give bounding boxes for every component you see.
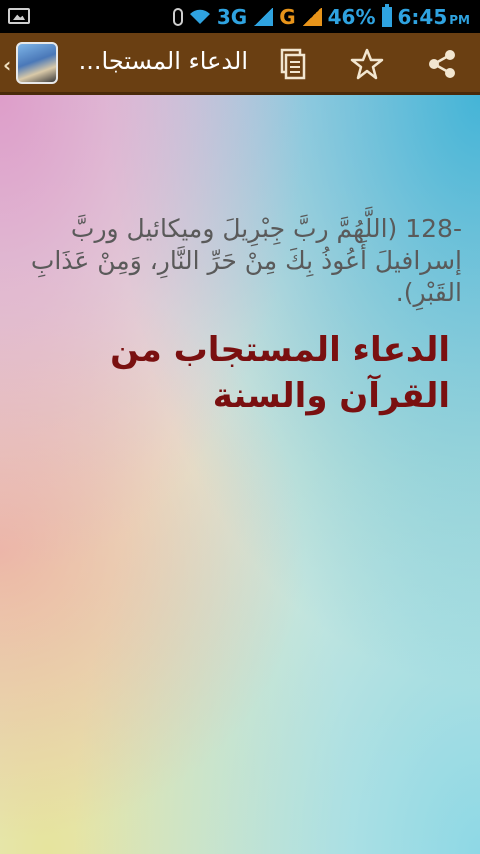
wifi-icon: [189, 9, 210, 24]
content-area: 128- (اللَّهُمَّ ربَّ جِبْرِيلَ وميكائيل…: [0, 95, 480, 854]
up-chevron-icon[interactable]: ‹: [3, 53, 11, 77]
status-bar: 3G G 46% 6:45 PM: [0, 0, 480, 33]
favorite-button[interactable]: [350, 47, 384, 81]
battery-icon: [381, 3, 392, 27]
network-g-label: G: [279, 4, 296, 29]
signal-g-icon: [301, 7, 322, 26]
section-heading: الدعاء المستجاب من القرآن والسنة: [110, 330, 450, 416]
bluetooth-icon: [172, 7, 183, 26]
dua-text: 128- (اللَّهُمَّ ربَّ جِبْرِيلَ وميكائيل…: [18, 213, 462, 309]
star-icon: [350, 48, 384, 80]
copy-icon: [280, 48, 306, 80]
share-icon: [429, 50, 455, 78]
app-icon[interactable]: [16, 42, 58, 84]
status-indicators: 3G G 46% 6:45 PM: [172, 3, 471, 29]
dua-number: 128-: [405, 214, 462, 243]
action-bar: ‹ الدعاء المستجا...: [0, 33, 480, 95]
clock-time: 6:45: [397, 4, 448, 29]
clock: 6:45 PM: [398, 5, 471, 29]
network-3g-label: 3G: [216, 4, 248, 29]
signal-3g-icon: [253, 7, 274, 26]
dua-body: (اللَّهُمَّ ربَّ جِبْرِيلَ وميكائيل وربَ…: [30, 214, 462, 307]
clock-suffix: PM: [449, 12, 470, 27]
battery-percent: 46%: [327, 4, 376, 29]
page-title: الدعاء المستجا...: [78, 47, 248, 75]
gallery-notification-icon: [8, 8, 30, 24]
share-button[interactable]: [425, 47, 459, 81]
copy-button[interactable]: [275, 47, 309, 81]
